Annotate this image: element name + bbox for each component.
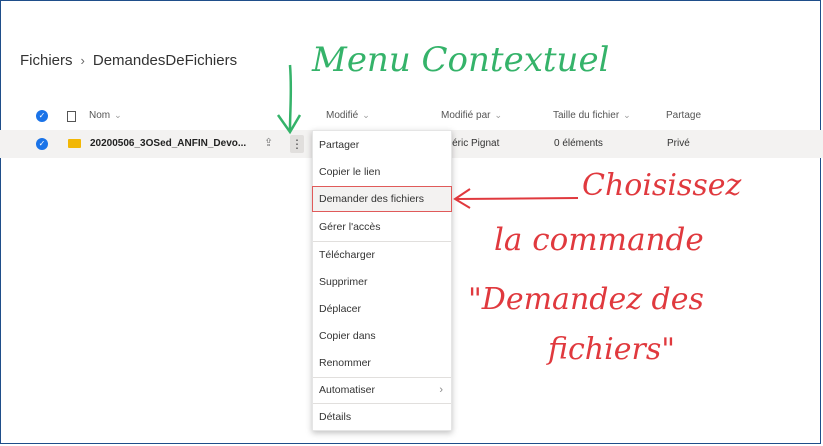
chevron-down-icon: ⌄ — [362, 110, 370, 120]
annotation-instruction-line4: fichiers" — [548, 332, 676, 367]
annotation-arrow-left — [453, 188, 579, 209]
row-name[interactable]: 20200506_3OSed_ANFIN_Devo... — [90, 138, 246, 149]
breadcrumb-separator: › — [80, 53, 85, 68]
chevron-down-icon: ⌄ — [114, 110, 122, 120]
breadcrumb: Fichiers › DemandesDeFichiers — [20, 52, 237, 69]
annotation-instruction-line1: Choisissez — [582, 168, 742, 203]
menu-item-request-files[interactable]: Demander des fichiers — [312, 186, 452, 212]
menu-item-download[interactable]: Télécharger — [313, 243, 451, 267]
annotation-instruction-line2: la commande — [494, 222, 704, 258]
menu-divider — [313, 403, 451, 404]
menu-item-move[interactable]: Déplacer — [313, 297, 451, 321]
menu-item-manage-access[interactable]: Gérer l'accès — [313, 215, 451, 239]
annotation-menu-label: Menu Contextuel — [312, 40, 610, 80]
menu-item-copy-link[interactable]: Copier le lien — [313, 160, 451, 184]
column-modified-by[interactable]: Modifié par ⌄ — [441, 110, 502, 121]
row-checkbox[interactable]: ✓ — [36, 138, 48, 150]
menu-item-automate[interactable]: Automatiser › — [313, 378, 451, 402]
context-menu: Partager Copier le lien Demander des fic… — [312, 130, 452, 431]
select-all-checkbox[interactable]: ✓ — [36, 110, 48, 122]
breadcrumb-current[interactable]: DemandesDeFichiers — [93, 52, 237, 69]
annotation-arrow-down — [276, 64, 302, 135]
row-sharing: Privé — [667, 138, 690, 149]
chevron-right-icon: › — [439, 384, 443, 396]
column-header-row: ✓ Nom ⌄ Modifié ⌄ Modifié par ⌄ Taille du f… — [20, 106, 820, 128]
chevron-down-icon: ⌄ — [623, 110, 631, 120]
column-size[interactable]: Taille du fichier ⌄ — [553, 110, 631, 121]
annotation-instruction-line3: "Demandez des — [468, 282, 704, 317]
row-size: 0 éléments — [554, 138, 603, 149]
column-sharing[interactable]: Partage — [666, 110, 701, 121]
breadcrumb-root[interactable]: Fichiers — [20, 52, 73, 69]
file-type-icon[interactable] — [67, 111, 76, 122]
menu-divider — [313, 241, 451, 242]
chevron-down-icon: ⌄ — [494, 110, 503, 120]
column-name[interactable]: Nom ⌄ — [89, 110, 122, 121]
menu-item-delete[interactable]: Supprimer — [313, 270, 451, 294]
folder-icon — [68, 139, 81, 148]
column-modified[interactable]: Modifié ⌄ — [326, 110, 370, 121]
menu-item-details[interactable]: Détails — [313, 405, 451, 429]
menu-item-rename[interactable]: Renommer — [313, 351, 451, 375]
menu-item-share[interactable]: Partager — [313, 133, 451, 157]
menu-item-copy-to[interactable]: Copier dans — [313, 324, 451, 348]
